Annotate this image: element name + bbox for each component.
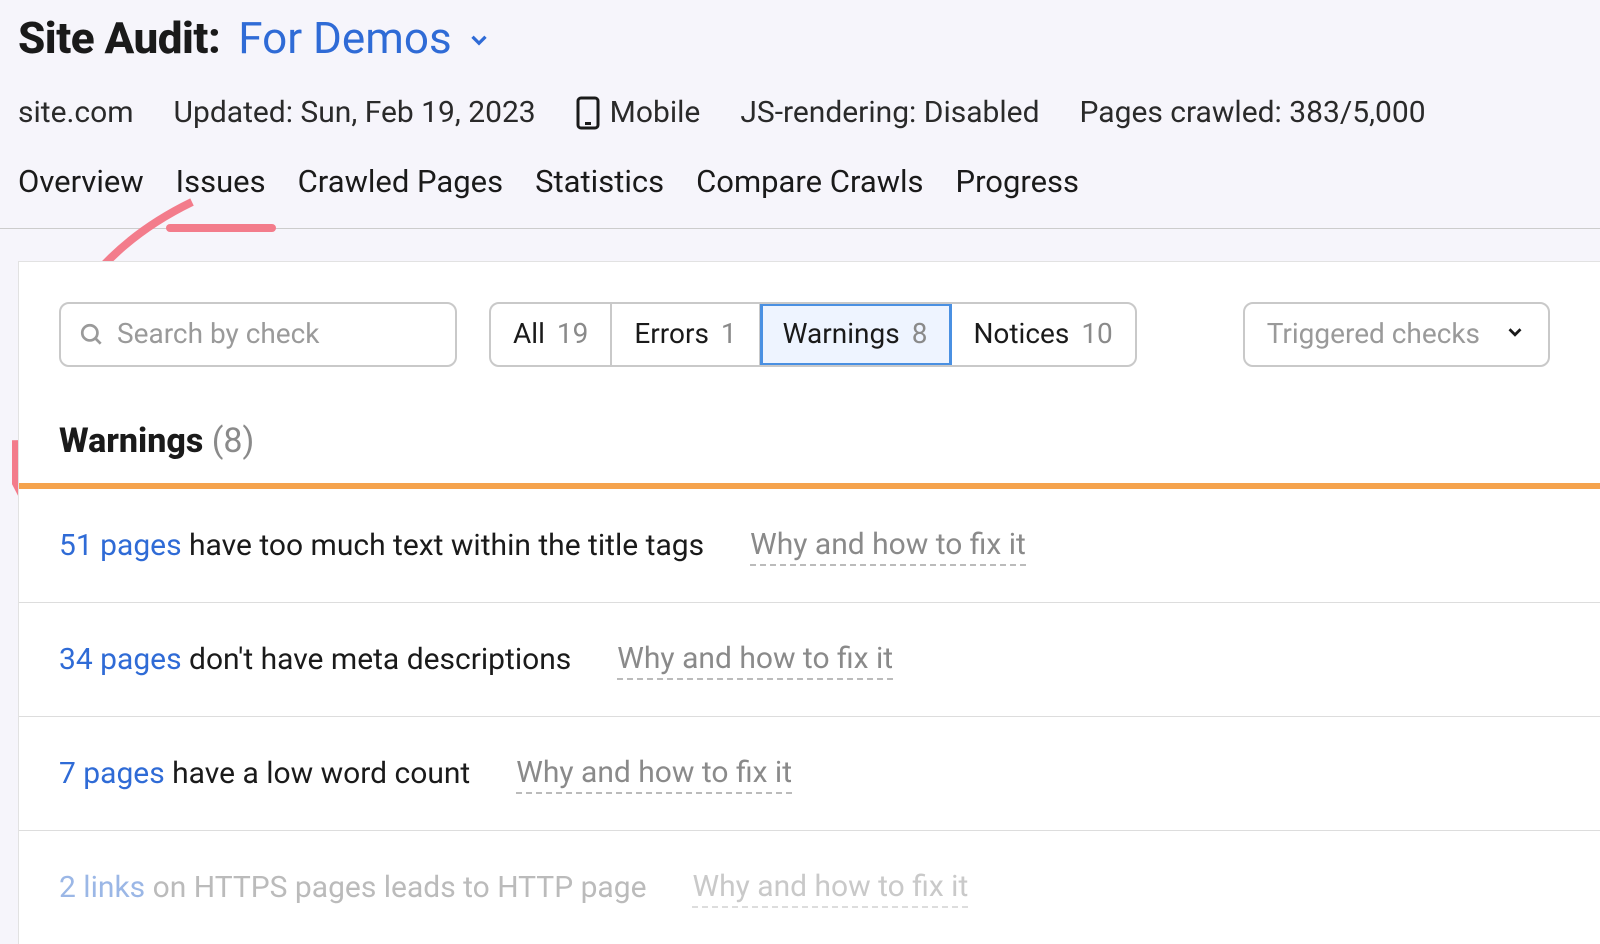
- chevron-down-icon: [466, 10, 492, 67]
- filter-errors[interactable]: Errors1: [612, 304, 760, 364]
- tab-overview[interactable]: Overview: [18, 162, 144, 228]
- meta-crawled: Pages crawled: 383/5,000: [1080, 93, 1426, 132]
- meta-site: site.com: [18, 93, 134, 132]
- tab-compare-crawls[interactable]: Compare Crawls: [696, 162, 923, 228]
- fix-link[interactable]: Why and how to fix it: [692, 867, 968, 908]
- project-name: For Demos: [238, 10, 451, 67]
- issue-count-link[interactable]: 34 pages: [59, 642, 182, 677]
- issue-text: 7 pages have a low word count: [59, 754, 470, 793]
- chevron-down-icon: [1504, 316, 1526, 352]
- meta-device: Mobile: [576, 93, 701, 132]
- issue-text: 51 pages have too much text within the t…: [59, 526, 704, 565]
- filter-notices[interactable]: Notices10: [951, 304, 1134, 364]
- search-input[interactable]: Search by check: [59, 302, 457, 366]
- fix-link[interactable]: Why and how to fix it: [617, 639, 893, 680]
- mobile-icon: [576, 96, 600, 130]
- issue-text: 34 pages don't have meta descriptions: [59, 640, 571, 679]
- fix-link[interactable]: Why and how to fix it: [750, 525, 1026, 566]
- filter-all[interactable]: All19: [491, 304, 612, 364]
- issue-text: 2 links on HTTPS pages leads to HTTP pag…: [59, 868, 646, 907]
- tab-statistics[interactable]: Statistics: [535, 162, 664, 228]
- tab-progress[interactable]: Progress: [956, 162, 1080, 228]
- issues-list: 51 pages have too much text within the t…: [19, 489, 1600, 944]
- issue-row: 7 pages have a low word count Why and how…: [19, 717, 1600, 831]
- tab-crawled-pages[interactable]: Crawled Pages: [298, 162, 503, 228]
- filter-warnings[interactable]: Warnings8: [761, 304, 952, 364]
- issues-panel: Search by check All19Errors1Warnings8Not…: [18, 261, 1600, 944]
- tab-issues[interactable]: Issues: [176, 162, 266, 228]
- page-title: Site Audit:: [18, 10, 220, 67]
- project-selector[interactable]: For Demos: [238, 10, 491, 67]
- search-icon: [79, 322, 105, 348]
- header-meta: site.com Updated: Sun, Feb 19, 2023 Mobi…: [0, 73, 1600, 162]
- filter-segments: All19Errors1Warnings8Notices10: [489, 302, 1137, 366]
- fix-link[interactable]: Why and how to fix it: [516, 753, 792, 794]
- tab-underline: [166, 224, 276, 232]
- search-placeholder: Search by check: [117, 316, 320, 352]
- issue-row: 2 links on HTTPS pages leads to HTTP pag…: [19, 831, 1600, 944]
- issue-count-link[interactable]: 51 pages: [59, 528, 182, 563]
- issue-row: 51 pages have too much text within the t…: [19, 489, 1600, 603]
- meta-updated: Updated: Sun, Feb 19, 2023: [174, 93, 536, 132]
- section-heading: Warnings (8): [19, 367, 1600, 483]
- nav-tabs: Overview Issues Crawled Pages Statistics Com…: [0, 162, 1600, 229]
- issue-count-link[interactable]: 2 links: [59, 870, 145, 905]
- issue-count-link[interactable]: 7 pages: [59, 756, 165, 791]
- issue-row: 34 pages don't have meta descriptions Why…: [19, 603, 1600, 717]
- meta-js: JS-rendering: Disabled: [740, 93, 1039, 132]
- triggered-checks-dropdown[interactable]: Triggered checks: [1243, 302, 1550, 366]
